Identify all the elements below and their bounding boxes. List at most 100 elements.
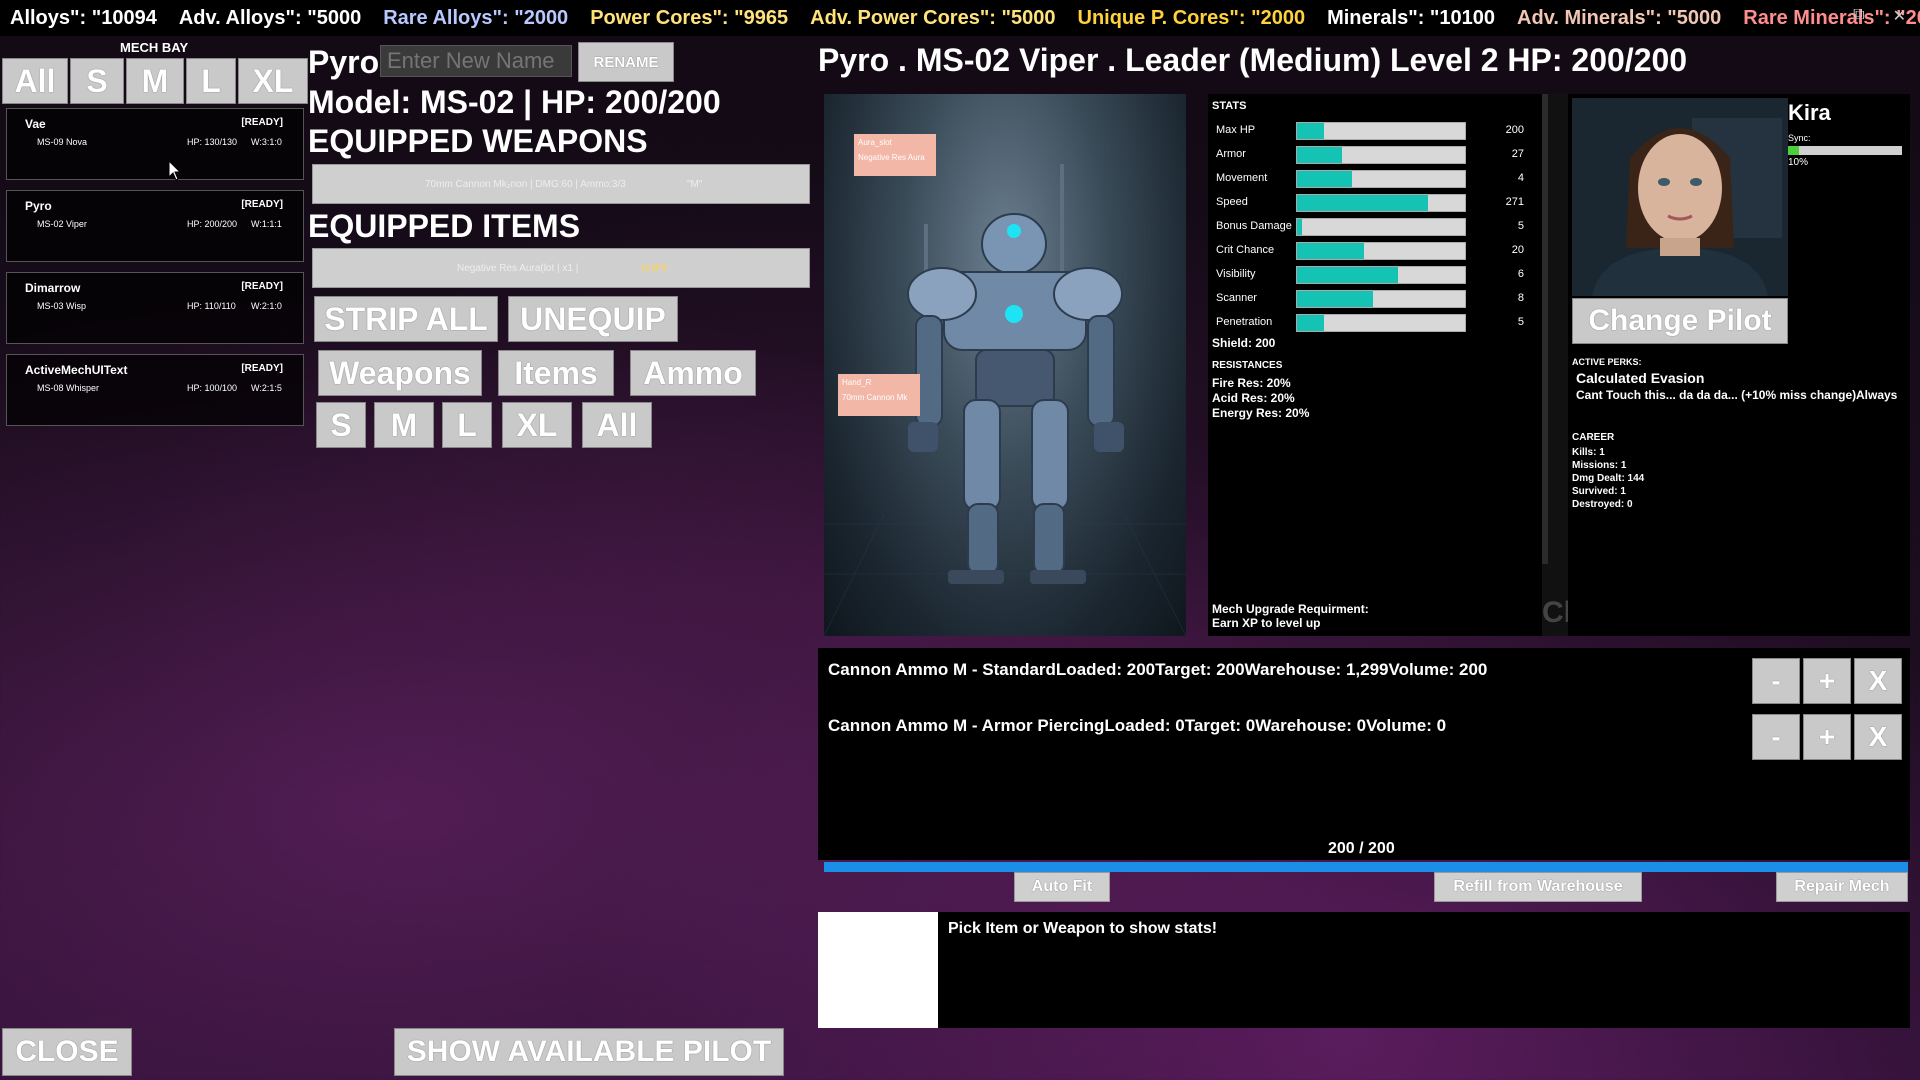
aura-slot-label: Aura_slot — [858, 138, 892, 147]
stat-row-speed: Speed 271 — [1212, 192, 1532, 212]
stat-row-visibility: Visibility 6 — [1212, 264, 1532, 284]
ammo-standard-minus-button[interactable]: - — [1752, 658, 1800, 704]
item-info-text: Pick Item or Weapon to show stats! — [948, 920, 1218, 937]
mech-hp: HP: 100/100 — [187, 383, 238, 393]
pilot-portrait — [1572, 98, 1788, 296]
repair-mech-button[interactable]: Repair Mech — [1776, 872, 1908, 902]
stat-row-crit-chance: Crit Chance 20 — [1212, 240, 1532, 260]
close-button[interactable]: CLOSE — [2, 1028, 132, 1076]
mech-model: MS-09 Nova — [37, 137, 88, 147]
stat-value: 5 — [1517, 316, 1524, 328]
stat-label: Scanner — [1216, 292, 1257, 304]
size-xl-button[interactable]: XL — [502, 402, 572, 448]
stats-heading: STATS — [1212, 100, 1247, 112]
resource-alloys: Alloys": "10094 — [10, 6, 157, 29]
show-available-pilot-button[interactable]: SHOW AVAILABLE PILOT — [394, 1028, 784, 1076]
strip-all-button[interactable]: STRIP ALL — [314, 296, 498, 342]
mech-card-pyro[interactable]: Pyro [READY] MS-02 Viper HP: 200/200 W:1… — [6, 190, 304, 262]
career-survived: Survived: 1 — [1572, 486, 1626, 497]
hand-slot-marker[interactable]: Hand_R 70mm Cannon Mk — [838, 374, 920, 416]
mech-hp: HP: 110/110 — [187, 301, 236, 311]
size-l-button[interactable]: L — [442, 402, 492, 448]
category-ammo-button[interactable]: Ammo — [630, 350, 756, 396]
model-line: Model: MS-02 | HP: 200/200 — [308, 84, 721, 120]
aura-slot-marker[interactable]: Aura_slot Negative Res Aura — [854, 134, 936, 176]
weapon-slot-tag: "M" — [687, 179, 703, 190]
equipped-items-heading: EQUIPPED ITEMS — [308, 208, 581, 244]
change-pilot-button[interactable]: Change Pilot — [1572, 298, 1788, 344]
stat-bar — [1296, 146, 1466, 164]
stat-bar — [1296, 218, 1466, 236]
career-stats: Kills: 1 Missions: 1 Dmg Dealt: 144 Surv… — [1572, 446, 1644, 511]
filter-all-button[interactable]: All — [2, 58, 68, 104]
ammo-ap-plus-button[interactable]: + — [1803, 714, 1851, 760]
ammo-ap-minus-button[interactable]: - — [1752, 714, 1800, 760]
stat-bar — [1296, 194, 1466, 212]
resource-minerals: Minerals": "10100 — [1327, 6, 1496, 29]
mech-card-activemechuitext[interactable]: ActiveMechUIText [READY] MS-08 Whisper H… — [6, 354, 304, 426]
resource-adv-alloys: Adv. Alloys": "5000 — [178, 6, 362, 29]
stat-value: 200 — [1505, 124, 1524, 136]
stat-bar — [1296, 122, 1466, 140]
restore-window-icon[interactable]: ⧉ — [1853, 6, 1864, 26]
stat-bar-fill — [1297, 267, 1398, 283]
perk-name: Calculated Evasion — [1576, 370, 1705, 386]
stat-value: 271 — [1505, 196, 1524, 208]
career-heading: CAREER — [1572, 432, 1615, 443]
stat-bar-fill — [1297, 147, 1343, 163]
stat-bar-fill — [1297, 243, 1365, 259]
stat-row-bonus-damage: Bonus Damage 5 — [1212, 216, 1532, 236]
refill-warehouse-button[interactable]: Refill from Warehouse — [1434, 872, 1642, 902]
filter-m-button[interactable]: M — [126, 58, 184, 104]
filter-s-button[interactable]: S — [70, 58, 124, 104]
stat-bar — [1296, 242, 1466, 260]
mech-weapons: W:2:1:0 — [251, 301, 282, 311]
item-slot[interactable]: Negative Res Aura(lot | x1 | UniFit — [312, 248, 810, 288]
mech-status: [READY] — [241, 281, 283, 292]
mech-status: [READY] — [241, 117, 283, 128]
size-s-button[interactable]: S — [316, 402, 366, 448]
mech-model: MS-02 Viper — [37, 219, 87, 229]
ammo-capacity-fill — [824, 862, 1908, 872]
stat-bar-fill — [1297, 171, 1353, 187]
category-weapons-button[interactable]: Weapons — [318, 350, 482, 396]
stat-label: Armor — [1216, 148, 1246, 160]
auto-fit-button[interactable]: Auto Fit — [1014, 872, 1110, 902]
size-all-button[interactable]: All — [582, 402, 652, 448]
filter-l-button[interactable]: L — [186, 58, 236, 104]
mech-name: ActiveMechUIText — [25, 363, 128, 377]
active-perks-heading: ACTIVE PERKS: — [1572, 357, 1642, 367]
weapon-slot[interactable]: 70mm Cannon Mk₂non | DMG:60 | Ammo:3/3 "… — [312, 164, 810, 204]
resource-power-cores: Power Cores": "9965 — [590, 6, 789, 29]
mech-card-vae[interactable]: Vae [READY] MS-09 Nova HP: 130/130 W:3:1… — [6, 108, 304, 180]
ammo-standard-plus-button[interactable]: + — [1803, 658, 1851, 704]
size-m-button[interactable]: M — [374, 402, 434, 448]
resource-adv-minerals: Adv. Minerals": "5000 — [1517, 6, 1722, 29]
career-damage: Dmg Dealt: 144 — [1572, 473, 1645, 484]
ammo-ap-remove-button[interactable]: X — [1854, 714, 1902, 760]
rename-button[interactable]: RENAME — [578, 42, 674, 82]
career-kills: Kills: 1 — [1572, 447, 1605, 458]
category-items-button[interactable]: Items — [498, 350, 614, 396]
stat-bar-fill — [1297, 291, 1373, 307]
mech-name: Vae — [25, 117, 46, 131]
rename-input[interactable] — [380, 45, 572, 77]
stat-bar-fill — [1297, 219, 1303, 235]
unequip-button[interactable]: UNEQUIP — [508, 296, 678, 342]
item-info-panel: Pick Item or Weapon to show stats! — [938, 912, 1910, 1028]
resistances-heading: RESISTANCES — [1212, 360, 1283, 371]
stats-scrollbar[interactable] — [1542, 94, 1548, 564]
resource-bar: Alloys": "10094 Adv. Alloys": "5000 Rare… — [0, 0, 1920, 36]
acid-res: Acid Res: 20% — [1212, 391, 1295, 405]
filter-xl-button[interactable]: XL — [238, 58, 308, 104]
close-window-icon[interactable]: ✕ — [1893, 6, 1906, 26]
stat-bar — [1296, 170, 1466, 188]
stat-bar-fill — [1297, 195, 1429, 211]
hand-slot-label: Hand_R — [842, 378, 872, 387]
mech-card-dimarrow[interactable]: Dimarrow [READY] MS-03 Wisp HP: 110/110 … — [6, 272, 304, 344]
mech-weapons: W:1:1:1 — [251, 219, 282, 229]
stat-row-penetration: Penetration 5 — [1212, 312, 1532, 332]
stat-value: 20 — [1511, 244, 1524, 256]
perk-description: Cant Touch this... da da da... (+10% mis… — [1576, 388, 1857, 402]
ammo-standard-remove-button[interactable]: X — [1854, 658, 1902, 704]
